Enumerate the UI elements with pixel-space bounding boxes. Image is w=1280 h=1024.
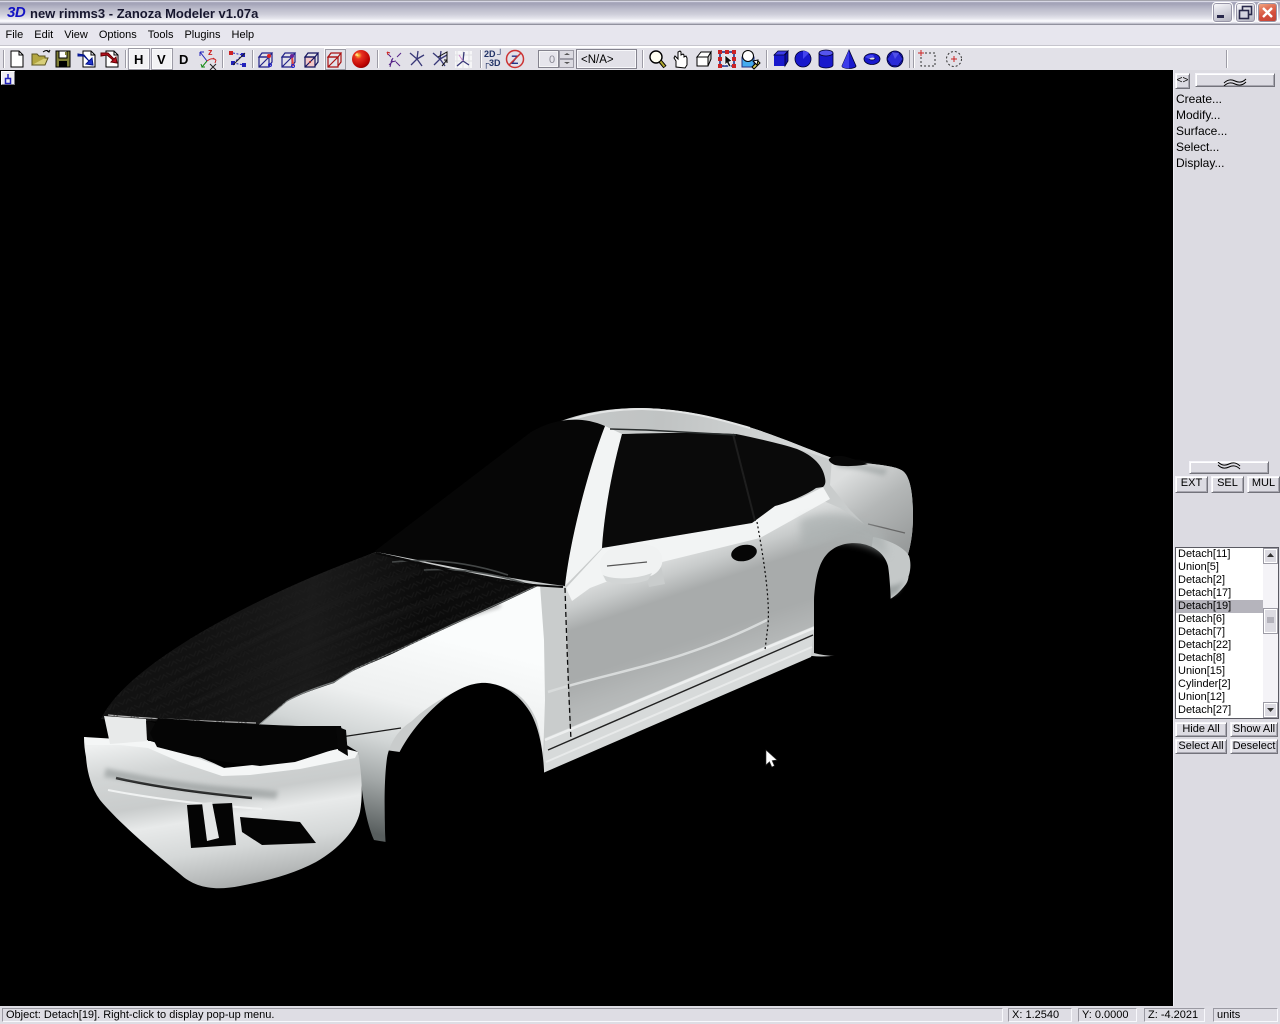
svg-text:3D: 3D [489, 58, 501, 68]
svg-text:z: z [208, 47, 213, 57]
svg-text:0: 0 [549, 54, 555, 66]
svg-text:H: H [134, 52, 143, 67]
svg-text:D: D [179, 52, 188, 67]
svg-text:<N/A>: <N/A> [581, 54, 614, 66]
svg-text:V: V [157, 52, 166, 67]
